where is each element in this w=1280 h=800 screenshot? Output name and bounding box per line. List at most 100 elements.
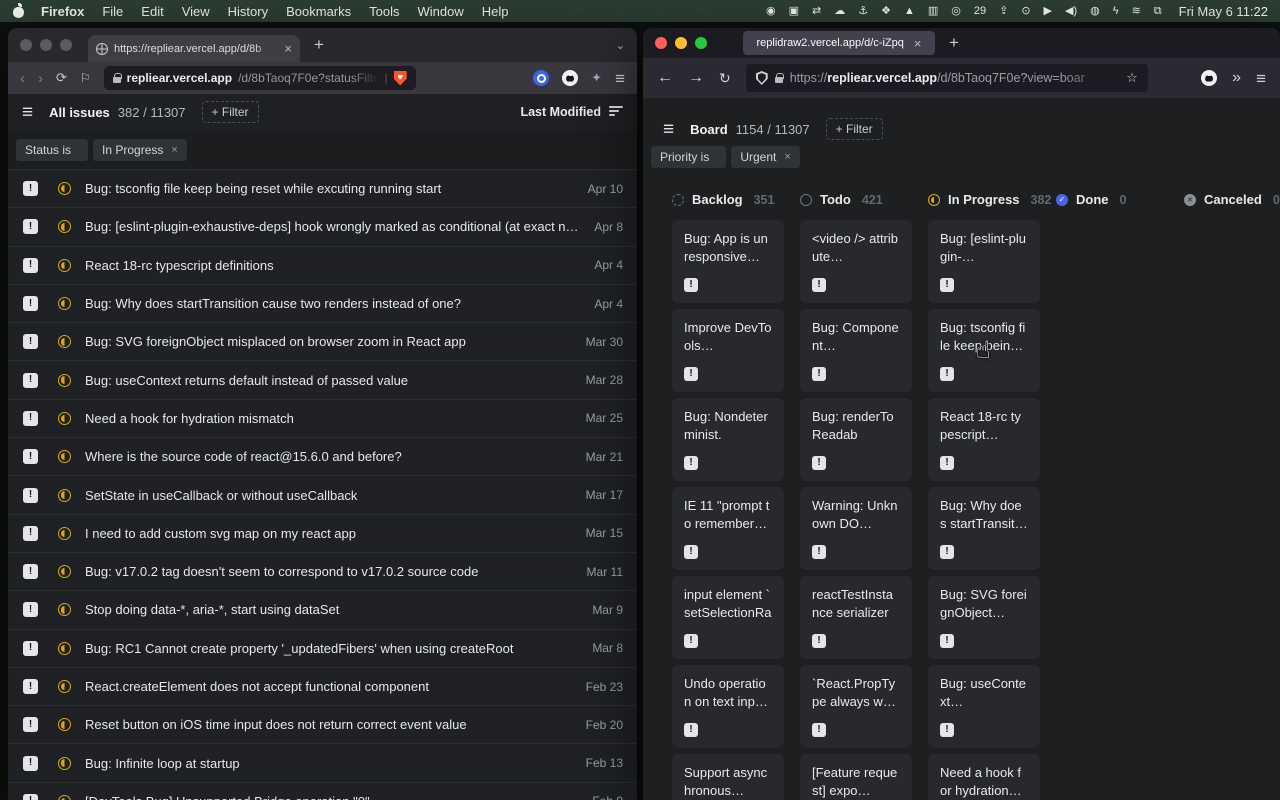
status-in-progress-icon[interactable] <box>58 412 71 425</box>
priority-urgent-icon[interactable]: ! <box>684 367 698 381</box>
close-window-button[interactable] <box>20 39 32 51</box>
toolbar-overflow-icon[interactable]: » <box>1232 70 1241 86</box>
issue-row[interactable]: ! Reset button on iOS time input does no… <box>8 706 637 744</box>
fast-user-switch-icon[interactable]: ⧉ <box>1154 6 1162 17</box>
priority-urgent-icon[interactable]: ! <box>23 564 38 579</box>
calendar-icon[interactable]: 29 <box>974 6 986 17</box>
sidebar-hamburger-icon[interactable]: ≡ <box>22 103 33 122</box>
sort-label[interactable]: Last Modified <box>520 105 601 119</box>
back-button[interactable]: ← <box>657 70 673 86</box>
priority-urgent-icon[interactable]: ! <box>812 278 826 292</box>
priority-urgent-icon[interactable]: ! <box>23 717 38 732</box>
status-in-progress-icon[interactable] <box>58 757 71 770</box>
menubar-clock[interactable]: Fri May 6 11:22 <box>1179 4 1268 19</box>
priority-urgent-icon[interactable]: ! <box>684 456 698 470</box>
priority-urgent-icon[interactable]: ! <box>23 756 38 771</box>
wifi-icon[interactable]: ≋ <box>1132 6 1141 17</box>
menu-item[interactable]: Help <box>482 4 509 19</box>
priority-urgent-icon[interactable]: ! <box>940 278 954 292</box>
board-card[interactable]: Improve DevTools… ! <box>672 309 784 392</box>
board-card[interactable]: Bug: [eslint-plugin-… ! <box>928 220 1040 303</box>
priority-urgent-icon[interactable]: ! <box>23 526 38 541</box>
issue-row[interactable]: ! Bug: RC1 Cannot create property '_upda… <box>8 630 637 668</box>
priority-urgent-icon[interactable]: ! <box>940 367 954 381</box>
board-card[interactable]: Warning: Unknown DO… ! <box>800 487 912 570</box>
menu-item[interactable]: Window <box>418 4 464 19</box>
board-card[interactable]: React 18-rc typescript… ! <box>928 398 1040 481</box>
apple-menu-icon[interactable] <box>12 4 25 19</box>
issue-row[interactable]: ! Stop doing data-*, aria-*, start using… <box>8 591 637 629</box>
priority-urgent-icon[interactable]: ! <box>23 602 38 617</box>
issue-row[interactable]: ! I need to add custom svg map on my rea… <box>8 515 637 553</box>
priority-urgent-icon[interactable]: ! <box>23 296 38 311</box>
issue-row[interactable]: ! React 18-rc typescript definitions Apr… <box>8 247 637 285</box>
issue-row[interactable]: ! Bug: Infinite loop at startup Feb 13 <box>8 744 637 782</box>
brave-shield-icon[interactable] <box>394 71 407 86</box>
board-card[interactable]: <video /> attribute… ! <box>800 220 912 303</box>
columns-icon[interactable]: ▥ <box>928 6 938 17</box>
issue-row[interactable]: ! Need a hook for hydration mismatch Mar… <box>8 400 637 438</box>
status-in-progress-icon[interactable] <box>58 642 71 655</box>
display-mirror-icon[interactable]: ▣ <box>789 6 799 17</box>
board-card[interactable]: Undo operation on text input… ! <box>672 665 784 748</box>
issue-row[interactable]: ! Bug: SVG foreignObject misplaced on br… <box>8 323 637 361</box>
dropbox-icon[interactable]: ❖ <box>881 6 891 17</box>
status-in-progress-icon[interactable] <box>58 527 71 540</box>
priority-urgent-icon[interactable]: ! <box>23 488 38 503</box>
filter-chip[interactable]: In Progress× <box>93 139 187 161</box>
priority-urgent-icon[interactable]: ! <box>23 219 38 234</box>
siri-icon[interactable]: ◍ <box>1090 6 1100 17</box>
tab-overflow-chevron-icon[interactable]: ⌄ <box>616 39 625 52</box>
bookmark-icon[interactable]: ⚐ <box>80 71 91 85</box>
priority-urgent-icon[interactable]: ! <box>684 634 698 648</box>
priority-urgent-icon[interactable]: ! <box>940 456 954 470</box>
reload-button[interactable]: ⟳ <box>56 70 67 86</box>
status-in-progress-icon[interactable] <box>58 374 71 387</box>
menubar-app-name[interactable]: Firefox <box>41 4 84 19</box>
board-card[interactable]: Bug: App is unresponsive… ! <box>672 220 784 303</box>
sidebar-hamburger-icon[interactable]: ≡ <box>663 120 674 139</box>
zoom-window-button[interactable] <box>695 37 707 49</box>
issue-row[interactable]: ! SetState in useCallback or without use… <box>8 476 637 514</box>
board-card[interactable]: Bug: SVG foreignObject… ! <box>928 576 1040 659</box>
extensions-sparkle-icon[interactable]: ✦ <box>591 70 602 86</box>
docker-icon[interactable]: ⚓ <box>858 6 868 17</box>
status-in-progress-icon[interactable] <box>58 450 71 463</box>
priority-urgent-icon[interactable]: ! <box>23 334 38 349</box>
status-in-progress-icon[interactable] <box>58 220 71 233</box>
status-in-progress-icon[interactable] <box>58 259 71 272</box>
priority-urgent-icon[interactable]: ! <box>812 367 826 381</box>
priority-urgent-icon[interactable]: ! <box>23 411 38 426</box>
priority-urgent-icon[interactable]: ! <box>940 545 954 559</box>
url-bar[interactable]: repliear.vercel.app /d/8bTaoq7F0e?status… <box>104 66 416 90</box>
menu-item[interactable]: View <box>182 4 210 19</box>
status-in-progress-icon[interactable] <box>58 603 71 616</box>
board-card[interactable]: `React.PropType always warns ab ! <box>800 665 912 748</box>
forward-button[interactable]: → <box>688 70 704 86</box>
issue-row[interactable]: ! Bug: Why does startTransition cause tw… <box>8 285 637 323</box>
menu-item[interactable]: Bookmarks <box>286 4 351 19</box>
board-card[interactable]: Support asynchronous… ! <box>672 754 784 800</box>
add-filter-button[interactable]: + Filter <box>826 118 883 140</box>
add-filter-button[interactable]: + Filter <box>202 101 259 123</box>
issue-row[interactable]: ! React.createElement does not accept fu… <box>8 668 637 706</box>
board-card[interactable]: Bug: useContext… ! <box>928 665 1040 748</box>
reload-button[interactable]: ↻ <box>719 71 731 85</box>
board-card[interactable]: Bug: Why does startTransitio… ! <box>928 487 1040 570</box>
status-in-progress-icon[interactable] <box>58 718 71 731</box>
browser-tab[interactable]: replidraw2.vercel.app/d/c-iZpq × <box>743 31 935 55</box>
status-in-progress-icon[interactable] <box>58 297 71 310</box>
tab-close-icon[interactable]: × <box>914 37 922 50</box>
status-in-progress-icon[interactable] <box>58 565 71 578</box>
priority-urgent-icon[interactable]: ! <box>23 794 38 800</box>
priority-urgent-icon[interactable]: ! <box>940 723 954 737</box>
issue-row[interactable]: ! Bug: useContext returns default instea… <box>8 361 637 399</box>
board-card[interactable]: Bug: renderToReadab ! <box>800 398 912 481</box>
filter-chip-close-icon[interactable]: × <box>784 152 790 163</box>
back-button[interactable]: ‹ <box>20 71 25 86</box>
minimize-window-button[interactable] <box>40 39 52 51</box>
menu-item[interactable]: History <box>228 4 268 19</box>
sort-order-icon[interactable] <box>609 106 623 118</box>
browser-menu-icon[interactable]: ≡ <box>615 70 625 87</box>
play-app-icon[interactable]: ▲ <box>904 6 915 17</box>
